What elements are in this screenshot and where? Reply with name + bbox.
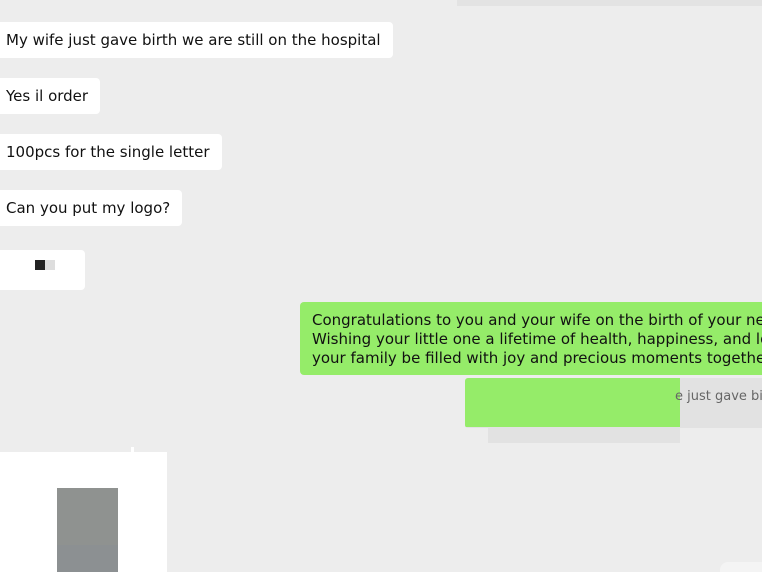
message-text: My wife just gave birth we are still on … <box>6 31 381 49</box>
incoming-message[interactable]: Can you put my logo? <box>0 190 183 226</box>
message-text: 100pcs for the single letter <box>6 143 210 161</box>
incoming-image-message[interactable] <box>0 250 85 290</box>
outgoing-message[interactable]: Congratulations to you and your wife on … <box>300 302 762 375</box>
image-thumbnail-light <box>45 260 55 270</box>
top-edge-strip <box>457 0 762 6</box>
quote-text: e just gave birt <box>675 389 762 404</box>
corner-element <box>720 562 762 572</box>
incoming-message[interactable]: My wife just gave birth we are still on … <box>0 22 393 58</box>
incoming-message[interactable]: 100pcs for the single letter <box>0 134 222 170</box>
message-text: Can you put my logo? <box>6 199 171 217</box>
image-content-shade <box>57 545 118 572</box>
message-text: Yes il order <box>6 87 89 105</box>
message-line: Wishing your little one a lifetime of he… <box>312 330 762 348</box>
quoted-reply[interactable]: e just gave birt <box>465 378 762 428</box>
message-line: Congratulations to you and your wife on … <box>312 311 762 329</box>
image-thumbnail-dark <box>35 260 45 270</box>
quote-highlight <box>465 378 680 427</box>
message-line: your family be filled with joy and preci… <box>312 349 762 367</box>
incoming-message[interactable]: Yes il order <box>0 78 101 114</box>
quote-shadow <box>488 428 680 443</box>
